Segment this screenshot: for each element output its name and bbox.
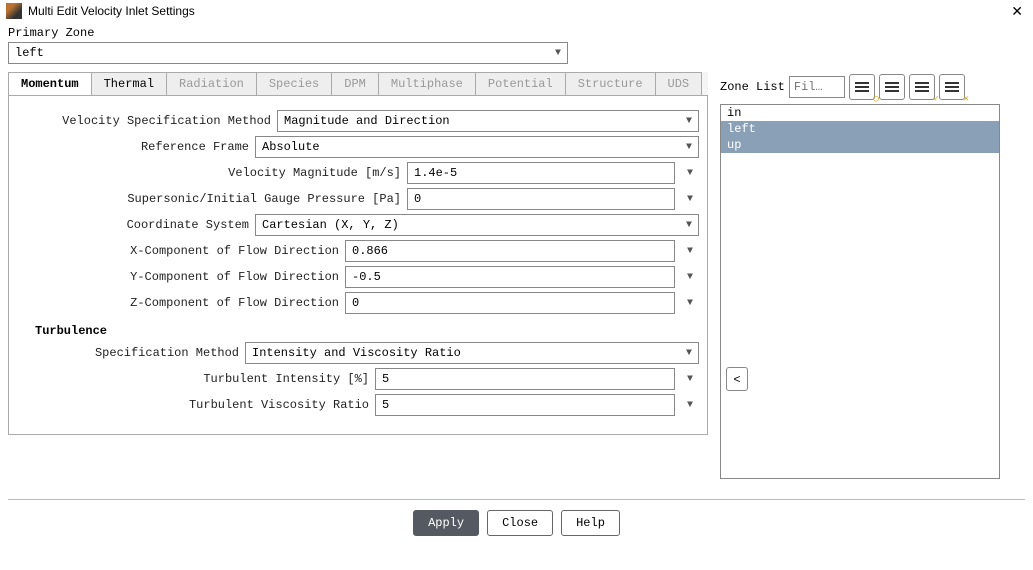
tab-multiphase[interactable]: Multiphase [378, 72, 476, 95]
window-title: Multi Edit Velocity Inlet Settings [28, 4, 1007, 18]
zone-filter-toggle-button[interactable] [849, 74, 875, 100]
coord-system-select[interactable]: Cartesian (X, Y, Z) ▼ [255, 214, 699, 236]
close-icon[interactable]: ✕ [1007, 3, 1027, 20]
zone-list[interactable]: inleftup [720, 104, 1000, 479]
zone-deselect-button[interactable] [939, 74, 965, 100]
tab-dpm[interactable]: DPM [331, 72, 379, 95]
z-component-label: Z-Component of Flow Direction [17, 296, 345, 310]
z-component-options[interactable]: ▼ [681, 294, 699, 312]
y-component-input[interactable] [345, 266, 675, 288]
supersonic-pressure-label: Supersonic/Initial Gauge Pressure [Pa] [17, 192, 407, 206]
chevron-down-icon: ▼ [555, 48, 561, 59]
turb-spec-method-label: Specification Method [17, 346, 245, 360]
right-pane: Zone List ◯ ✓ [720, 72, 1000, 479]
collapse-right-button[interactable]: < [726, 367, 748, 391]
z-component-input[interactable] [345, 292, 675, 314]
tab-thermal[interactable]: Thermal [91, 72, 167, 95]
x-component-label: X-Component of Flow Direction [17, 244, 345, 258]
turb-intensity-input[interactable] [375, 368, 675, 390]
chevron-down-icon: ▼ [686, 116, 692, 127]
x-component-options[interactable]: ▼ [681, 242, 699, 260]
velocity-magnitude-options[interactable]: ▼ [681, 164, 699, 182]
primary-zone-select[interactable]: left ▼ [8, 42, 568, 64]
apply-button[interactable]: Apply [413, 510, 479, 536]
zone-list-label: Zone List [720, 80, 785, 94]
momentum-panel: Velocity Specification Method Magnitude … [8, 96, 708, 435]
left-pane: MomentumThermalRadiationSpeciesDPMMultip… [8, 72, 708, 479]
list-icon [915, 82, 929, 92]
supersonic-pressure-input[interactable] [407, 188, 675, 210]
tab-species[interactable]: Species [256, 72, 332, 95]
velocity-magnitude-label: Velocity Magnitude [m/s] [17, 166, 407, 180]
zone-select-matching-button[interactable] [909, 74, 935, 100]
zone-select-all-button[interactable] [879, 74, 905, 100]
footer-separator [8, 499, 1025, 500]
list-icon [945, 82, 959, 92]
y-component-label: Y-Component of Flow Direction [17, 270, 345, 284]
tab-uds[interactable]: UDS [655, 72, 703, 95]
titlebar: Multi Edit Velocity Inlet Settings ✕ [0, 0, 1033, 22]
chevron-down-icon: ▼ [686, 348, 692, 359]
list-icon [855, 82, 869, 92]
chevron-down-icon: ▼ [686, 142, 692, 153]
turb-spec-method-select[interactable]: Intensity and Viscosity Ratio ▼ [245, 342, 699, 364]
list-icon [885, 82, 899, 92]
x-component-input[interactable] [345, 240, 675, 262]
turb-intensity-options[interactable]: ▼ [681, 370, 699, 388]
reference-frame-label: Reference Frame [17, 140, 255, 154]
tab-structure[interactable]: Structure [565, 72, 656, 95]
primary-zone-label: Primary Zone [8, 26, 1025, 40]
turb-viscosity-label: Turbulent Viscosity Ratio [17, 398, 375, 412]
turbulence-header: Turbulence [35, 324, 699, 338]
close-button[interactable]: Close [487, 510, 553, 536]
turb-intensity-label: Turbulent Intensity [%] [17, 372, 375, 386]
velocity-magnitude-input[interactable] [407, 162, 675, 184]
tab-potential[interactable]: Potential [475, 72, 566, 95]
turb-viscosity-options[interactable]: ▼ [681, 396, 699, 414]
supersonic-pressure-options[interactable]: ▼ [681, 190, 699, 208]
tabbar: MomentumThermalRadiationSpeciesDPMMultip… [8, 72, 708, 96]
reference-frame-select[interactable]: Absolute ▼ [255, 136, 699, 158]
tab-radiation[interactable]: Radiation [166, 72, 257, 95]
coord-system-label: Coordinate System [17, 218, 255, 232]
y-component-options[interactable]: ▼ [681, 268, 699, 286]
primary-zone-value: left [15, 46, 44, 60]
app-icon [6, 3, 22, 19]
tab-momentum[interactable]: Momentum [8, 72, 92, 95]
x-badge-icon: ✕ [963, 94, 968, 104]
zone-filter-input[interactable] [789, 76, 845, 98]
zone-item[interactable]: in [721, 105, 999, 121]
velocity-spec-method-label: Velocity Specification Method [17, 114, 277, 128]
turb-viscosity-input[interactable] [375, 394, 675, 416]
chevron-down-icon: ▼ [686, 220, 692, 231]
zone-item[interactable]: up [721, 137, 999, 153]
zone-item[interactable]: left [721, 121, 999, 137]
help-button[interactable]: Help [561, 510, 620, 536]
velocity-spec-method-select[interactable]: Magnitude and Direction ▼ [277, 110, 699, 132]
